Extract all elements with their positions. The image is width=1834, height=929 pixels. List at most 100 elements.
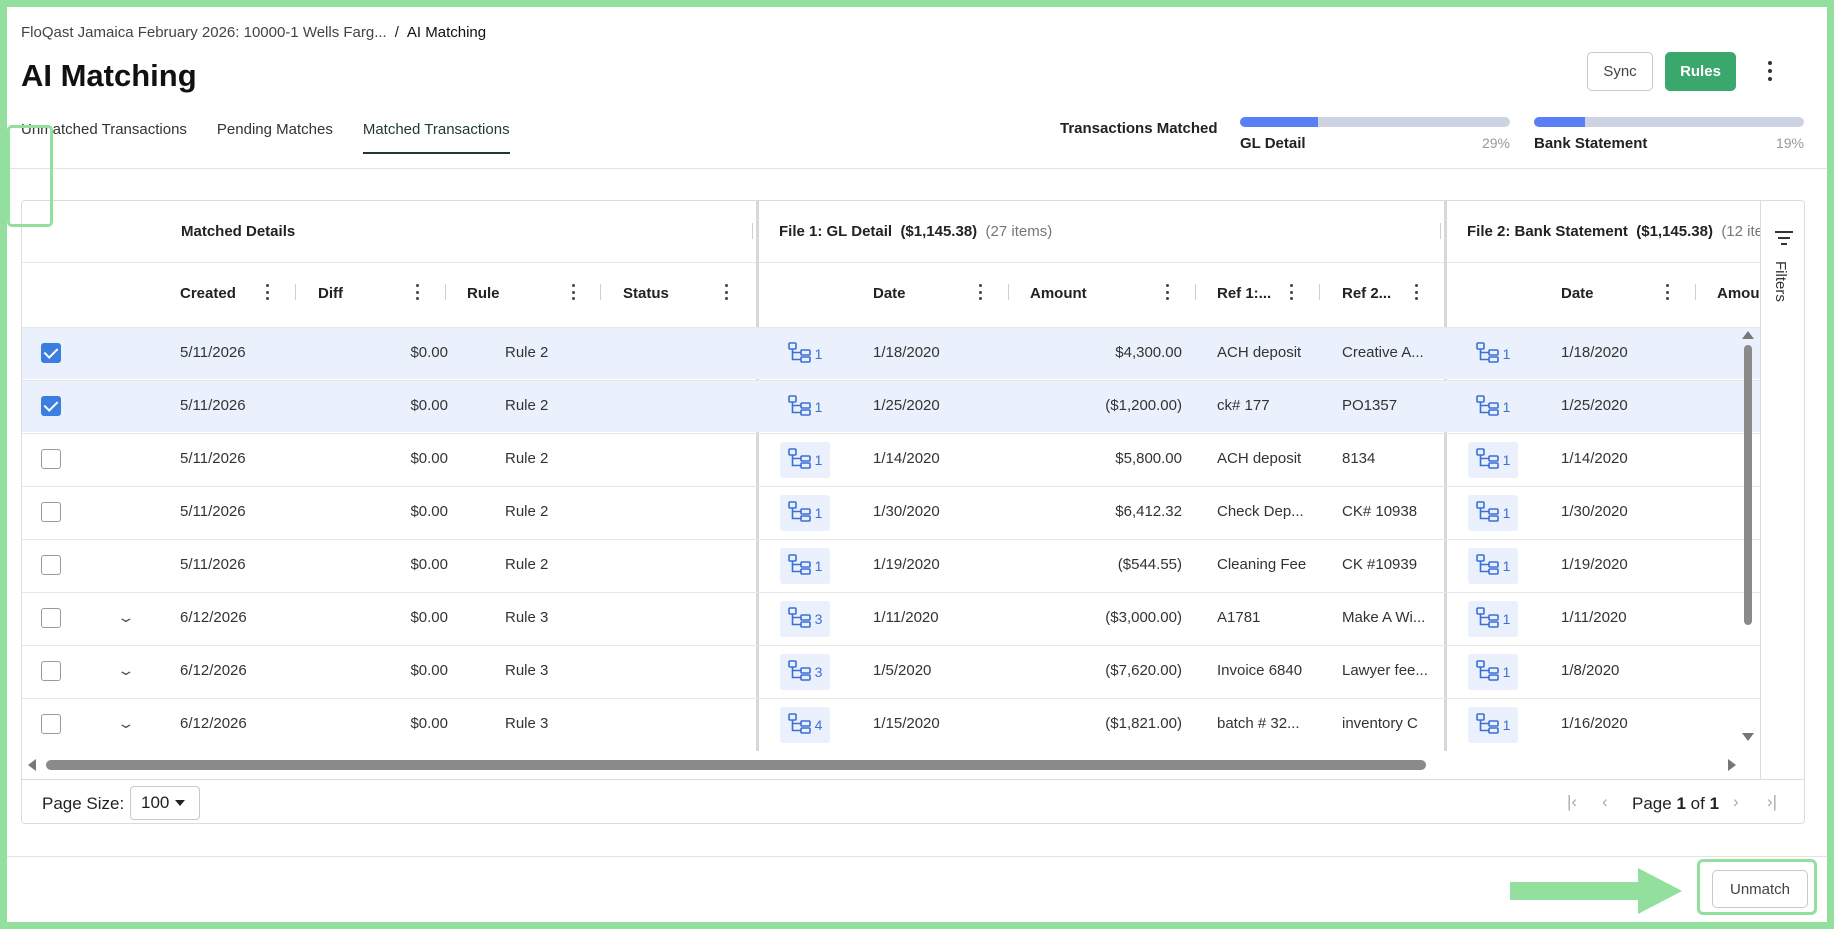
cell-created: 5/11/2026: [180, 556, 246, 573]
filters-side-panel-toggle[interactable]: Filters: [1760, 201, 1804, 779]
diff-column-menu-kebab-icon[interactable]: [412, 283, 422, 301]
cell-rule: Rule 2: [505, 450, 549, 467]
pagination-bar: Page Size: 100 |‹ ‹ Page 1 of 1 › ›|: [22, 779, 1804, 823]
bank-group-button[interactable]: 1: [1468, 601, 1518, 637]
cell-created: 6/12/2026: [180, 609, 247, 626]
checkbox-highlight-annotation: [7, 125, 53, 227]
cell-ref1: batch # 32...: [1217, 715, 1300, 732]
ref1-column-menu-kebab-icon[interactable]: [1286, 283, 1296, 301]
table-row[interactable]: 5/11/2026 $0.00 Rule 2 1 1/14/2020 $5,800.00 A…: [22, 433, 1760, 485]
bank-group-button[interactable]: 1: [1468, 654, 1518, 690]
rules-button[interactable]: Rules: [1665, 52, 1736, 91]
created-column-menu-kebab-icon[interactable]: [262, 283, 272, 301]
row-checkbox[interactable]: [41, 608, 61, 628]
gl-group-count: 1: [814, 558, 823, 574]
cell-gl-amount: $5,800.00: [1115, 450, 1182, 467]
bank-group-button[interactable]: 1: [1468, 336, 1518, 372]
gl-date-column-menu-kebab-icon[interactable]: [975, 283, 985, 301]
bank-group-count: 1: [1502, 558, 1511, 574]
group-tree-icon: [1475, 341, 1500, 367]
table-row[interactable]: ⌄ 6/12/2026 $0.00 Rule 3 3 1/5/2020 ($7,620.00…: [22, 645, 1760, 697]
column-header-gl-date[interactable]: Date: [873, 285, 906, 302]
column-header-rule[interactable]: Rule: [467, 285, 500, 302]
row-checkbox[interactable]: [41, 714, 61, 734]
next-page-icon[interactable]: ›: [1733, 792, 1739, 812]
bank-group-button[interactable]: 1: [1468, 548, 1518, 584]
gl-group-button[interactable]: 1: [780, 336, 830, 372]
bank-date-column-menu-kebab-icon[interactable]: [1662, 283, 1672, 301]
group-tree-icon: [787, 500, 812, 526]
cell-ref1: Cleaning Fee: [1217, 556, 1307, 573]
column-header-gl-amount[interactable]: Amount: [1030, 285, 1087, 302]
group-tree-icon: [787, 394, 812, 420]
gl-group-button[interactable]: 1: [780, 389, 830, 425]
bank-group-count: 1: [1502, 346, 1511, 362]
table-row[interactable]: 5/11/2026 $0.00 Rule 2 1 1/18/2020 $4,300.00 A…: [22, 327, 1760, 379]
horizontal-scrollbar[interactable]: [22, 751, 1760, 779]
group-tree-icon: [1475, 659, 1500, 685]
chevron-down-icon[interactable]: ⌄: [116, 609, 135, 626]
bank-group-count: 1: [1502, 717, 1511, 733]
gl-group-button[interactable]: 1: [780, 548, 830, 584]
annotation-arrow-shaft: [1510, 882, 1640, 900]
column-header-status[interactable]: Status: [623, 285, 669, 302]
column-header-ref1[interactable]: Ref 1:...: [1217, 285, 1271, 302]
tab-pending-matches[interactable]: Pending Matches: [217, 121, 333, 154]
row-checkbox[interactable]: [41, 396, 61, 416]
row-checkbox[interactable]: [41, 449, 61, 469]
group-tree-icon: [1475, 712, 1500, 738]
footer-divider: [7, 856, 1827, 857]
column-header-bank-date[interactable]: Date: [1561, 285, 1594, 302]
unmatch-button[interactable]: Unmatch: [1712, 870, 1808, 908]
gl-group-button[interactable]: 1: [780, 442, 830, 478]
breadcrumb-parent[interactable]: FloQast Jamaica February 2026: 10000-1 W…: [21, 24, 387, 41]
rule-column-menu-kebab-icon[interactable]: [568, 283, 578, 301]
bank-group-button[interactable]: 1: [1468, 707, 1518, 743]
more-options-kebab-icon[interactable]: [1760, 58, 1780, 84]
row-checkbox[interactable]: [41, 502, 61, 522]
gl-group-button[interactable]: 1: [780, 495, 830, 531]
chevron-down-icon[interactable]: ⌄: [116, 715, 135, 732]
chevron-down-icon[interactable]: ⌄: [116, 662, 135, 679]
column-header-diff[interactable]: Diff: [318, 285, 343, 302]
vertical-scrollbar[interactable]: [1742, 325, 1754, 747]
cell-bank-date: 1/11/2020: [1561, 609, 1627, 626]
sync-button[interactable]: Sync: [1587, 52, 1653, 91]
status-column-menu-kebab-icon[interactable]: [721, 283, 731, 301]
gl-group-button[interactable]: 3: [780, 601, 830, 637]
row-checkbox[interactable]: [41, 555, 61, 575]
bank-group-button[interactable]: 1: [1468, 495, 1518, 531]
table-row[interactable]: 5/11/2026 $0.00 Rule 2 1 1/25/2020 ($1,200.00…: [22, 380, 1760, 432]
breadcrumb-current: AI Matching: [406, 24, 487, 41]
cell-gl-amount: ($7,620.00): [1105, 662, 1182, 679]
group-tree-icon: [787, 712, 812, 738]
page-size-label: Page Size:: [42, 794, 125, 813]
gl-group-button[interactable]: 4: [780, 707, 830, 743]
ref2-column-menu-kebab-icon[interactable]: [1411, 283, 1421, 301]
column-header-bank-amount[interactable]: Amou: [1717, 285, 1760, 302]
row-checkbox[interactable]: [41, 661, 61, 681]
first-page-icon[interactable]: |‹: [1567, 792, 1577, 812]
table-row[interactable]: ⌄ 6/12/2026 $0.00 Rule 3 4 1/15/2020 ($1,821.0…: [22, 698, 1760, 750]
prev-page-icon[interactable]: ‹: [1602, 792, 1608, 812]
row-checkbox[interactable]: [41, 343, 61, 363]
bank-statement-progress-fill: [1534, 117, 1586, 127]
bank-group-button[interactable]: 1: [1468, 442, 1518, 478]
cell-ref1: A1781: [1217, 609, 1261, 626]
column-header-ref2[interactable]: Ref 2...: [1342, 285, 1391, 302]
file2-total: ($1,145.38): [1636, 223, 1713, 240]
table-row[interactable]: 5/11/2026 $0.00 Rule 2 1 1/30/2020 $6,412.32 C…: [22, 486, 1760, 538]
gl-amount-column-menu-kebab-icon[interactable]: [1162, 283, 1172, 301]
bank-group-button[interactable]: 1: [1468, 389, 1518, 425]
page-size-select[interactable]: 100: [130, 786, 200, 820]
last-page-icon[interactable]: ›|: [1767, 792, 1777, 812]
group-tree-icon: [787, 341, 812, 367]
table-row[interactable]: 5/11/2026 $0.00 Rule 2 1 1/19/2020 ($544.55) C…: [22, 539, 1760, 591]
tab-matched-transactions[interactable]: Matched Transactions: [362, 121, 510, 154]
cell-rule: Rule 3: [505, 715, 549, 732]
gl-group-button[interactable]: 3: [780, 654, 830, 690]
table-row[interactable]: ⌄ 6/12/2026 $0.00 Rule 3 3 1/11/2020 ($3,000.0…: [22, 592, 1760, 644]
cell-bank-date: 1/19/2020: [1561, 556, 1628, 573]
column-header-created[interactable]: Created: [180, 285, 236, 302]
cell-gl-date: 1/14/2020: [873, 450, 940, 467]
